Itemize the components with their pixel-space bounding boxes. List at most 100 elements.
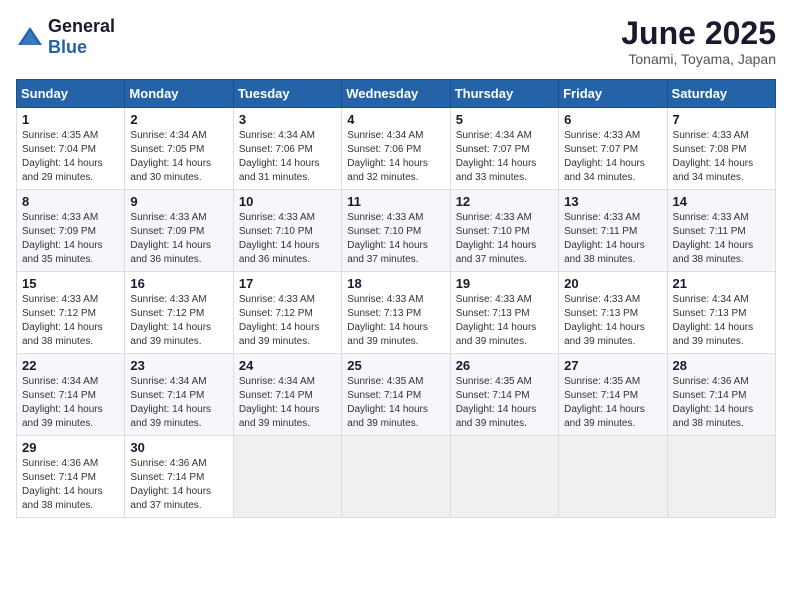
calendar-day-header: Saturday: [667, 80, 775, 108]
calendar-day-cell: 29 Sunrise: 4:36 AMSunset: 7:14 PMDayligh…: [17, 436, 125, 518]
day-number: 25: [347, 358, 444, 373]
day-number: 28: [673, 358, 770, 373]
day-info: Sunrise: 4:33 AMSunset: 7:13 PMDaylight:…: [456, 293, 553, 349]
calendar-day-cell: 17 Sunrise: 4:33 AMSunset: 7:12 PMDayligh…: [233, 272, 341, 354]
calendar-day-cell: 11 Sunrise: 4:33 AMSunset: 7:10 PMDayligh…: [342, 190, 450, 272]
day-number: 19: [456, 276, 553, 291]
calendar-day-cell: 12Sunrise: 4:33 AMSunset: 7:10 PMDayligh…: [450, 190, 558, 272]
calendar-week-row: 1Sunrise: 4:35 AMSunset: 7:04 PMDaylight…: [17, 108, 776, 190]
calendar-day-cell: [667, 436, 775, 518]
calendar-day-cell: 23 Sunrise: 4:34 AMSunset: 7:14 PMDayligh…: [125, 354, 233, 436]
calendar-day-header: Wednesday: [342, 80, 450, 108]
day-info: Sunrise: 4:36 AMSunset: 7:14 PMDaylight:…: [22, 457, 119, 513]
day-info: Sunrise: 4:35 AMSunset: 7:04 PMDaylight:…: [22, 129, 119, 185]
day-number: 3: [239, 112, 336, 127]
day-number: 9: [130, 194, 227, 209]
day-info: Sunrise: 4:33 AMSunset: 7:10 PMDaylight:…: [347, 211, 444, 267]
day-number: 24: [239, 358, 336, 373]
day-number: 15: [22, 276, 119, 291]
day-info: Sunrise: 4:33 AMSunset: 7:12 PMDaylight:…: [130, 293, 227, 349]
calendar-day-cell: 2 Sunrise: 4:34 AMSunset: 7:05 PMDaylight…: [125, 108, 233, 190]
calendar-day-cell: 26 Sunrise: 4:35 AMSunset: 7:14 PMDayligh…: [450, 354, 558, 436]
calendar-day-cell: 3 Sunrise: 4:34 AMSunset: 7:06 PMDaylight…: [233, 108, 341, 190]
day-info: Sunrise: 4:36 AMSunset: 7:14 PMDaylight:…: [130, 457, 227, 513]
day-info: Sunrise: 4:33 AMSunset: 7:13 PMDaylight:…: [564, 293, 661, 349]
day-number: 6: [564, 112, 661, 127]
day-number: 21: [673, 276, 770, 291]
day-number: 8: [22, 194, 119, 209]
calendar-day-cell: [559, 436, 667, 518]
day-info: Sunrise: 4:35 AMSunset: 7:14 PMDaylight:…: [456, 375, 553, 431]
day-info: Sunrise: 4:33 AMSunset: 7:10 PMDaylight:…: [456, 211, 553, 267]
calendar-day-cell: 7Sunrise: 4:33 AMSunset: 7:08 PMDaylight…: [667, 108, 775, 190]
day-info: Sunrise: 4:33 AMSunset: 7:12 PMDaylight:…: [22, 293, 119, 349]
day-number: 27: [564, 358, 661, 373]
day-number: 20: [564, 276, 661, 291]
day-number: 4: [347, 112, 444, 127]
day-number: 29: [22, 440, 119, 455]
day-info: Sunrise: 4:33 AMSunset: 7:10 PMDaylight:…: [239, 211, 336, 267]
calendar-day-cell: [233, 436, 341, 518]
day-number: 16: [130, 276, 227, 291]
title-area: June 2025 Tonami, Toyama, Japan: [621, 16, 776, 67]
day-info: Sunrise: 4:33 AMSunset: 7:07 PMDaylight:…: [564, 129, 661, 185]
day-number: 17: [239, 276, 336, 291]
calendar-day-header: Friday: [559, 80, 667, 108]
calendar-day-cell: 5Sunrise: 4:34 AMSunset: 7:07 PMDaylight…: [450, 108, 558, 190]
month-title: June 2025: [621, 16, 776, 51]
day-number: 7: [673, 112, 770, 127]
day-info: Sunrise: 4:34 AMSunset: 7:14 PMDaylight:…: [239, 375, 336, 431]
calendar-day-cell: 22Sunrise: 4:34 AMSunset: 7:14 PMDayligh…: [17, 354, 125, 436]
calendar-day-cell: 24 Sunrise: 4:34 AMSunset: 7:14 PMDayligh…: [233, 354, 341, 436]
day-info: Sunrise: 4:35 AMSunset: 7:14 PMDaylight:…: [347, 375, 444, 431]
logo-text-blue: Blue: [48, 37, 87, 57]
day-info: Sunrise: 4:34 AMSunset: 7:13 PMDaylight:…: [673, 293, 770, 349]
day-info: Sunrise: 4:33 AMSunset: 7:12 PMDaylight:…: [239, 293, 336, 349]
day-info: Sunrise: 4:33 AMSunset: 7:13 PMDaylight:…: [347, 293, 444, 349]
calendar-day-cell: 15 Sunrise: 4:33 AMSunset: 7:12 PMDayligh…: [17, 272, 125, 354]
day-info: Sunrise: 4:34 AMSunset: 7:06 PMDaylight:…: [239, 129, 336, 185]
calendar-week-row: 15 Sunrise: 4:33 AMSunset: 7:12 PMDayligh…: [17, 272, 776, 354]
day-info: Sunrise: 4:34 AMSunset: 7:05 PMDaylight:…: [130, 129, 227, 185]
day-info: Sunrise: 4:34 AMSunset: 7:14 PMDaylight:…: [22, 375, 119, 431]
calendar-day-cell: 25 Sunrise: 4:35 AMSunset: 7:14 PMDayligh…: [342, 354, 450, 436]
day-number: 30: [130, 440, 227, 455]
day-info: Sunrise: 4:33 AMSunset: 7:09 PMDaylight:…: [130, 211, 227, 267]
calendar-day-cell: 4 Sunrise: 4:34 AMSunset: 7:06 PMDaylight…: [342, 108, 450, 190]
calendar-day-header: Monday: [125, 80, 233, 108]
calendar-day-header: Tuesday: [233, 80, 341, 108]
day-info: Sunrise: 4:34 AMSunset: 7:06 PMDaylight:…: [347, 129, 444, 185]
calendar-day-cell: 28Sunrise: 4:36 AMSunset: 7:14 PMDayligh…: [667, 354, 775, 436]
day-number: 11: [347, 194, 444, 209]
calendar-day-cell: [342, 436, 450, 518]
calendar-day-cell: 18 Sunrise: 4:33 AMSunset: 7:13 PMDayligh…: [342, 272, 450, 354]
page-header: General Blue June 2025 Tonami, Toyama, J…: [16, 16, 776, 67]
day-info: Sunrise: 4:35 AMSunset: 7:14 PMDaylight:…: [564, 375, 661, 431]
logo-text-general: General: [48, 16, 115, 36]
calendar-day-cell: 27 Sunrise: 4:35 AMSunset: 7:14 PMDayligh…: [559, 354, 667, 436]
calendar-day-cell: 13 Sunrise: 4:33 AMSunset: 7:11 PMDayligh…: [559, 190, 667, 272]
logo-icon: [16, 23, 44, 51]
day-number: 13: [564, 194, 661, 209]
day-number: 23: [130, 358, 227, 373]
calendar-day-cell: 10Sunrise: 4:33 AMSunset: 7:10 PMDayligh…: [233, 190, 341, 272]
day-number: 26: [456, 358, 553, 373]
calendar-day-cell: [450, 436, 558, 518]
calendar-week-row: 29 Sunrise: 4:36 AMSunset: 7:14 PMDayligh…: [17, 436, 776, 518]
day-number: 18: [347, 276, 444, 291]
logo: General Blue: [16, 16, 115, 58]
calendar-day-cell: 21 Sunrise: 4:34 AMSunset: 7:13 PMDayligh…: [667, 272, 775, 354]
calendar-day-cell: 20 Sunrise: 4:33 AMSunset: 7:13 PMDayligh…: [559, 272, 667, 354]
day-info: Sunrise: 4:34 AMSunset: 7:14 PMDaylight:…: [130, 375, 227, 431]
calendar-day-cell: 9 Sunrise: 4:33 AMSunset: 7:09 PMDaylight…: [125, 190, 233, 272]
calendar-day-cell: 16 Sunrise: 4:33 AMSunset: 7:12 PMDayligh…: [125, 272, 233, 354]
day-number: 14: [673, 194, 770, 209]
day-info: Sunrise: 4:33 AMSunset: 7:11 PMDaylight:…: [673, 211, 770, 267]
location-subtitle: Tonami, Toyama, Japan: [621, 51, 776, 67]
calendar-header-row: SundayMondayTuesdayWednesdayThursdayFrid…: [17, 80, 776, 108]
calendar-day-header: Thursday: [450, 80, 558, 108]
calendar-table: SundayMondayTuesdayWednesdayThursdayFrid…: [16, 79, 776, 518]
day-number: 5: [456, 112, 553, 127]
day-number: 2: [130, 112, 227, 127]
day-info: Sunrise: 4:33 AMSunset: 7:11 PMDaylight:…: [564, 211, 661, 267]
